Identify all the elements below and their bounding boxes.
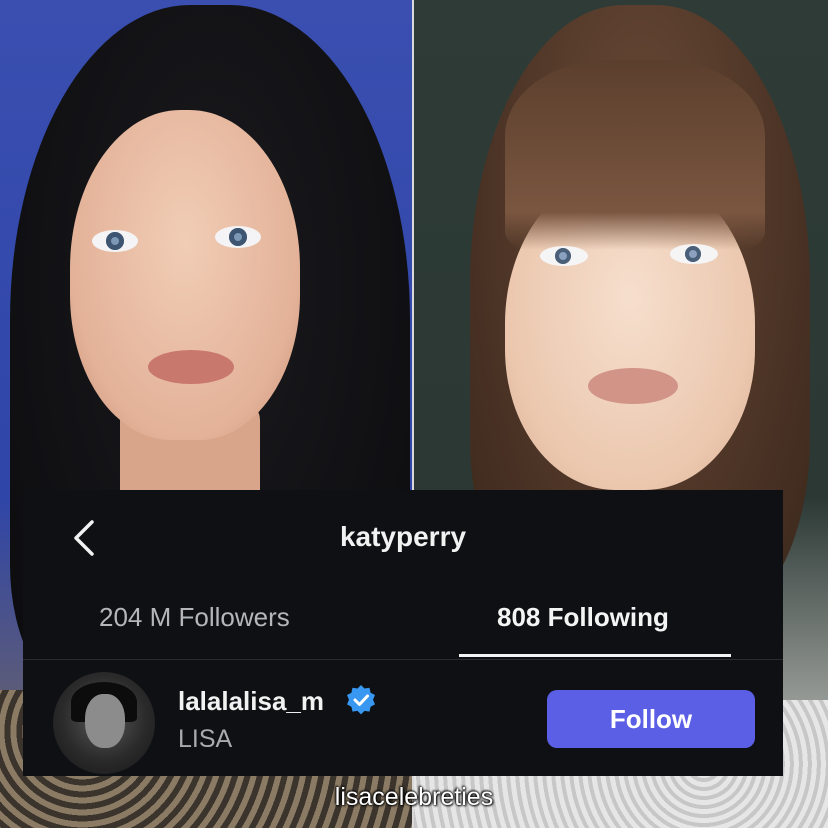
left-portrait-eye [92,230,138,252]
right-portrait-eye [540,246,588,266]
avatar[interactable] [53,672,155,774]
active-tab-indicator [459,654,731,657]
right-portrait-lips [588,368,678,404]
account-display-name: LISA [178,725,233,753]
tab-followers[interactable]: 204 M Followers [99,602,290,633]
follow-button[interactable]: Follow [547,690,755,748]
instagram-following-card: katyperry 204 M Followers 808 Following … [23,490,783,776]
list-item[interactable]: lalalalisa_m LISA Follow [23,667,783,774]
avatar-face [85,694,125,748]
watermark-text: lisacelebreties [334,783,494,811]
tab-divider [23,659,783,660]
tab-following[interactable]: 808 Following [497,602,669,633]
page-title: katyperry [339,521,467,552]
left-portrait-face [70,110,300,440]
right-portrait-eye [670,244,718,264]
right-portrait-bangs [505,60,765,250]
account-handle[interactable]: lalalalisa_m [178,686,324,717]
left-portrait-lips [148,350,234,384]
left-portrait-eye [215,226,261,248]
verified-badge-icon [347,685,375,715]
